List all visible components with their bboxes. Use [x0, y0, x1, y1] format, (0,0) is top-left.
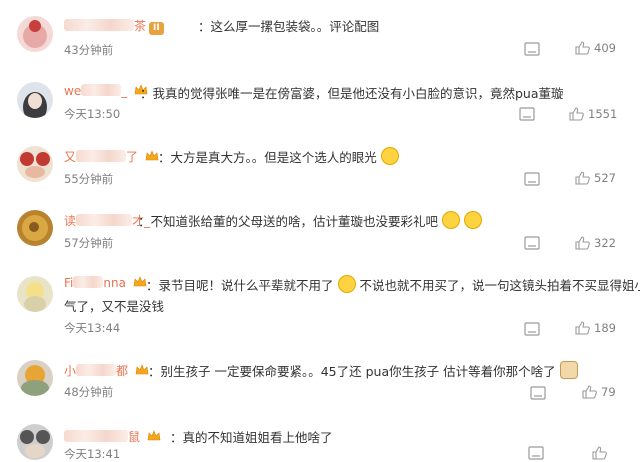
timestamp: 今天13:44	[64, 321, 121, 335]
grin-emoji-icon	[463, 211, 482, 229]
timestamp: 43分钟前	[64, 43, 114, 57]
timestamp: 48分钟前	[64, 385, 114, 399]
smile-emoji-icon	[337, 275, 356, 293]
thumbs-up-icon	[569, 107, 584, 121]
avatar[interactable]	[17, 82, 53, 118]
comment-text: ：这么厚一摞包装袋。。评论配图	[198, 19, 380, 34]
avatar[interactable]	[17, 360, 53, 396]
comment-text: ：录节目呢！说什么平辈就不用了 不说也就不用买了，说一句这镜头拍着不买显得姐小	[146, 275, 640, 294]
comment-text: ：真的不知道姐姐看上他啥了	[170, 430, 333, 445]
username[interactable]: we _	[64, 84, 148, 98]
share-icon[interactable]	[524, 42, 540, 56]
vip-crown-icon	[145, 150, 159, 161]
username[interactable]: 又了	[64, 148, 159, 165]
comment-text-continued: 气了，又不是没钱	[64, 299, 165, 314]
like-button[interactable]	[592, 446, 611, 460]
vip-crown-icon	[147, 430, 161, 441]
thumbs-up-icon	[582, 385, 597, 399]
avatar[interactable]	[17, 276, 53, 312]
thumbs-up-icon	[575, 321, 590, 335]
comment-image-link[interactable]: 评论配图	[329, 19, 379, 34]
like-button[interactable]: 409	[575, 41, 616, 55]
timestamp: 57分钟前	[64, 236, 114, 250]
thumbs-up-icon	[575, 41, 590, 55]
comment-text: ：别生孩子 一定要保命要紧。。45了还 pua你生孩子 估计等着你那个啥了	[148, 361, 610, 380]
vip-crown-icon	[133, 276, 147, 287]
username[interactable]: 小都	[64, 362, 149, 379]
dog-emoji-icon	[559, 361, 578, 379]
timestamp: 55分钟前	[64, 172, 114, 186]
like-button[interactable]: 322	[575, 236, 616, 250]
comment-text: ：我真的觉得张唯一是在傍富婆，但是他还没有小白脸的意识，竟然pua董璇	[140, 86, 564, 101]
timestamp: 今天13:50	[64, 107, 121, 121]
comment-text: ：大方是真大方。。但是这个选人的眼光	[158, 147, 610, 166]
like-button[interactable]: 79	[582, 385, 616, 399]
vip-crown-icon	[135, 364, 149, 375]
share-icon[interactable]	[524, 236, 540, 250]
thumbs-up-icon	[592, 446, 607, 460]
share-icon[interactable]	[530, 386, 546, 400]
username[interactable]: 鼠	[64, 428, 161, 445]
like-button[interactable]: 527	[575, 171, 616, 185]
username[interactable]: Fi nna	[64, 276, 147, 290]
share-icon[interactable]	[519, 107, 535, 121]
avatar[interactable]	[17, 146, 53, 182]
share-icon[interactable]	[524, 322, 540, 336]
grin-emoji-icon	[442, 211, 460, 229]
thumbs-up-icon	[575, 171, 590, 185]
like-button[interactable]: 1551	[569, 107, 617, 121]
comment-text: ：不知道张给董的父母送的啥，估计董璇也没要彩礼吧	[138, 211, 610, 230]
laughing-emoji-icon	[380, 147, 399, 165]
level-badge-icon: II	[149, 22, 164, 35]
like-button[interactable]: 189	[575, 321, 616, 335]
avatar[interactable]	[17, 424, 53, 460]
username[interactable]: 茶 II	[64, 17, 164, 35]
share-icon[interactable]	[528, 446, 544, 460]
thumbs-up-icon	[575, 236, 590, 250]
avatar[interactable]	[17, 210, 53, 246]
avatar[interactable]	[17, 16, 53, 52]
share-icon[interactable]	[524, 172, 540, 186]
